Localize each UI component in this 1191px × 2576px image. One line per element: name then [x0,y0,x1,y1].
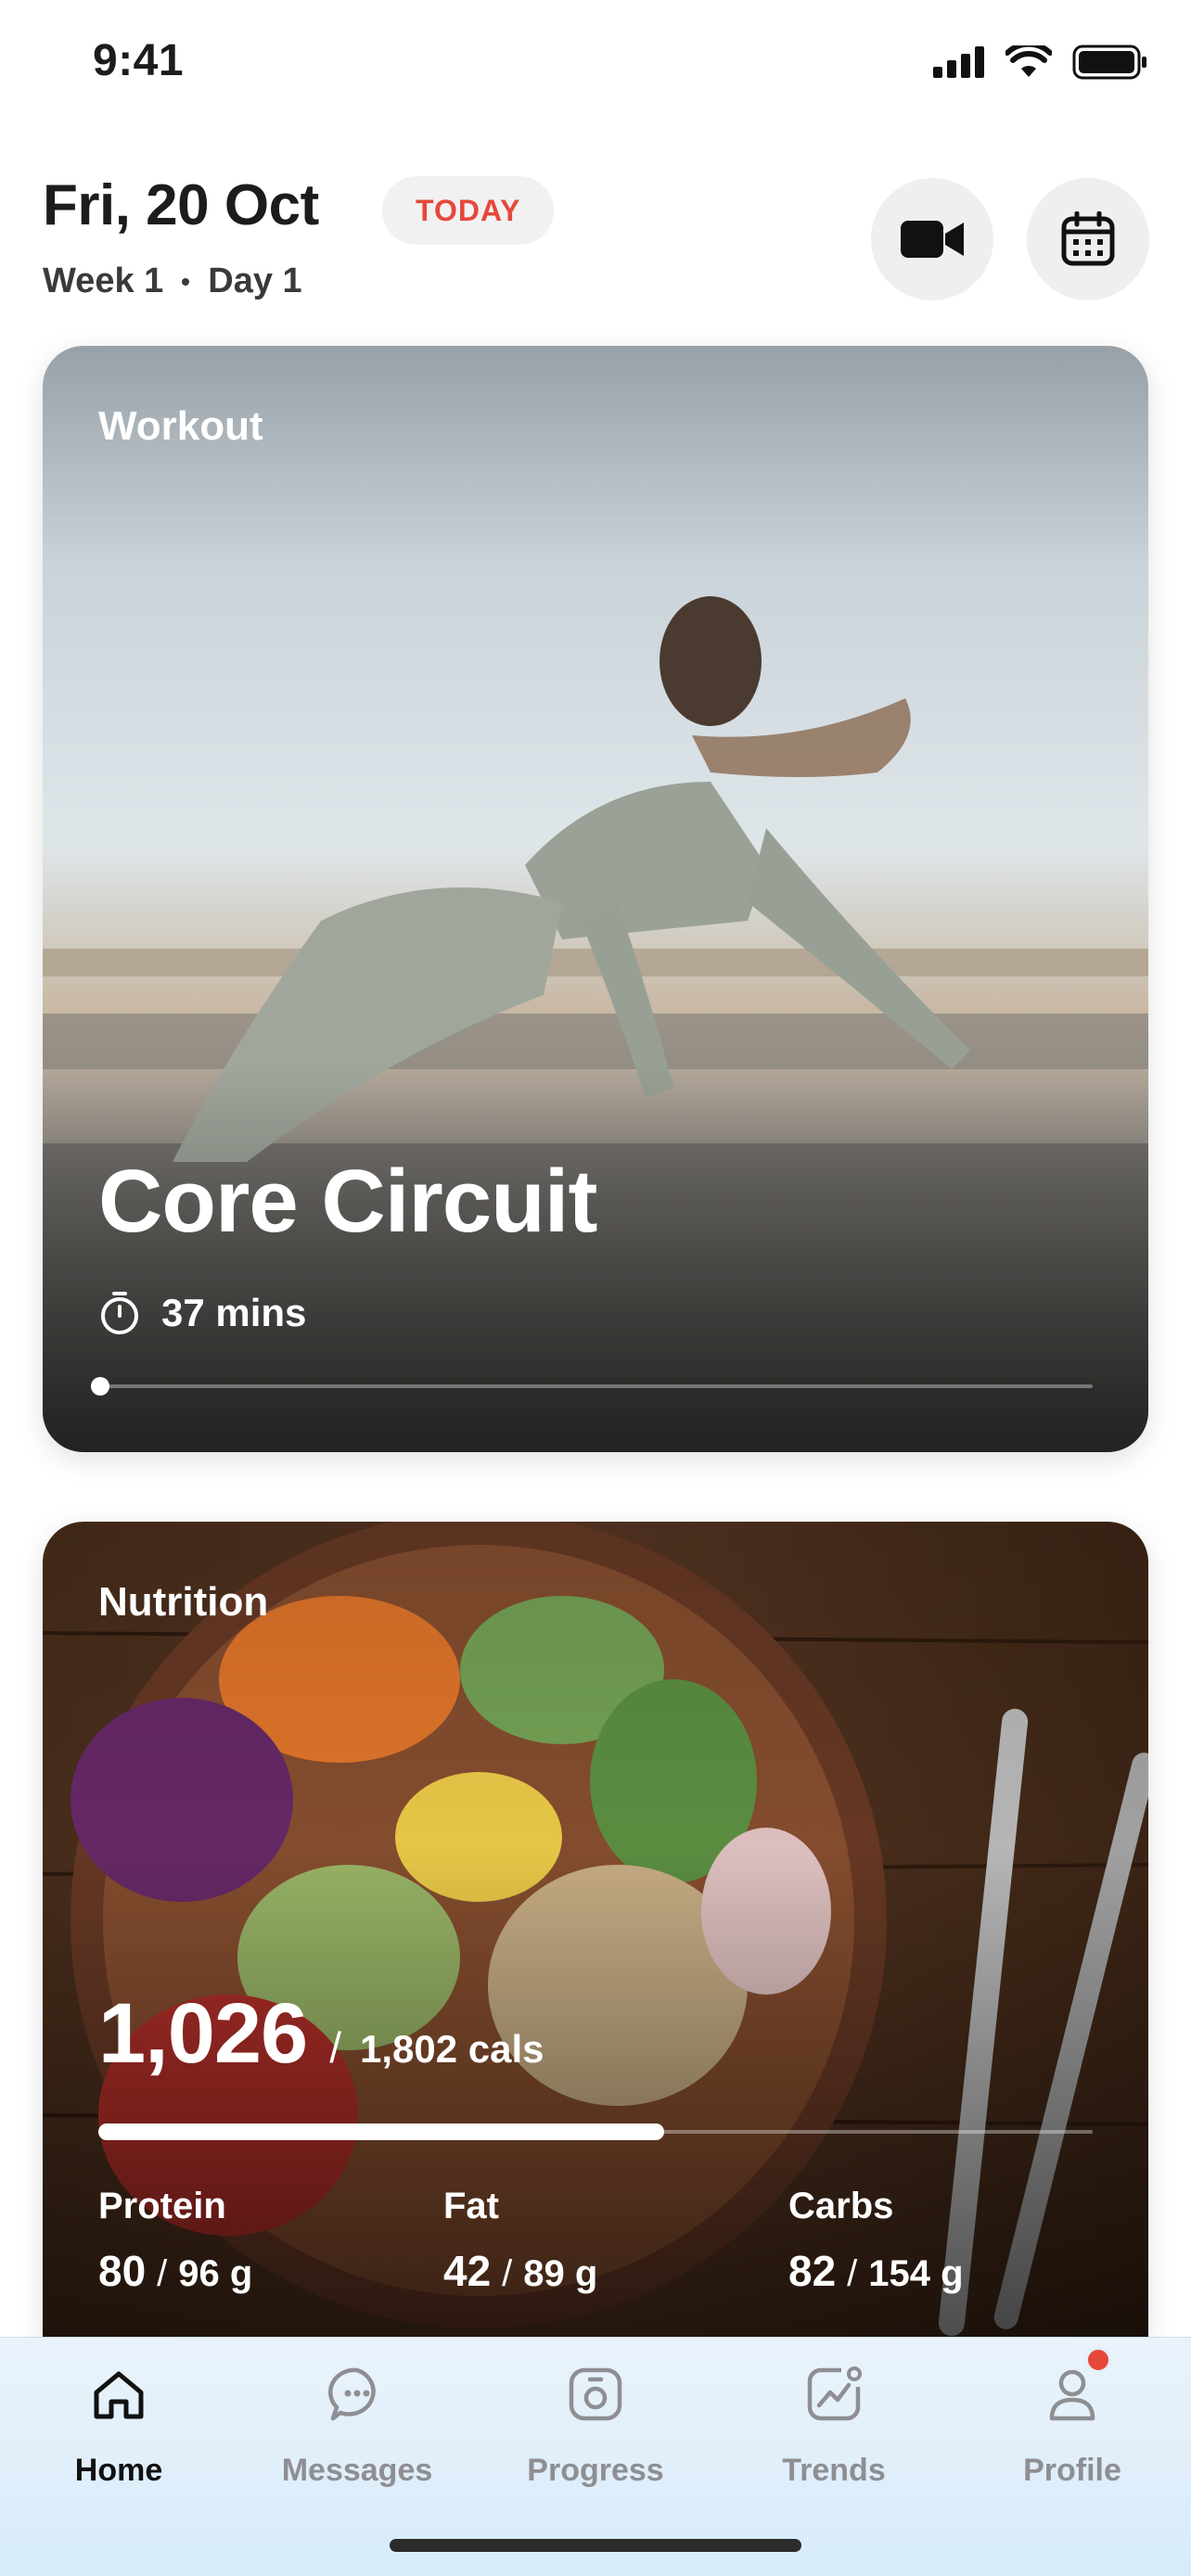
calorie-progress-fill [98,2123,664,2140]
week-label: Week 1 [43,261,164,300]
wifi-icon [1005,45,1052,77]
macro-name: Protein [98,2186,226,2226]
tab-label: Progress [527,2453,664,2488]
tab-profile[interactable]: Profile [954,2347,1191,2501]
separator-dot [182,277,190,286]
status-icons [933,45,1148,80]
macro-values: 42 / 89 g [443,2246,597,2296]
calories-target: 1,802 cals [360,2027,544,2071]
tab-label: Home [74,2453,163,2488]
duration-text: 37 mins [161,1291,307,1334]
calorie-summary: 1,026 / 1,802 cals [98,1985,544,2083]
macro-value: 42 [443,2247,492,2295]
calories-eaten: 1,026 [98,1986,308,2081]
tab-home[interactable]: Home [0,2353,237,2501]
macro-value: 82 [788,2247,837,2295]
workout-label: Workout [98,403,263,449]
battery-icon [1072,45,1146,80]
status-time: 9:41 [93,36,185,85]
macro-target: 89 g [523,2253,598,2294]
status-bar: 9:41 [0,0,1191,130]
nutrition-label: Nutrition [98,1579,269,1625]
macro-separator: / [502,2253,513,2294]
video-button[interactable] [871,178,993,300]
stopwatch-icon [101,1292,138,1334]
tab-progress[interactable]: Progress [477,2353,714,2501]
macro-values: 80 / 96 g [98,2246,252,2296]
messages-icon [328,2367,376,2421]
calories-slash: / [329,2023,342,2072]
profile-icon [1049,2369,1095,2421]
macro-values: 82 / 154 g [788,2246,964,2296]
workout-progress-knob[interactable] [91,1377,109,1396]
tab-label: Trends [782,2453,886,2488]
video-camera-icon [901,221,964,258]
workout-title: Core Circuit [98,1152,597,1251]
cellular-signal-icon [933,46,984,78]
day-header: Fri, 20 Oct TODAY Week 1 Day 1 [43,167,1149,315]
calorie-progress-track [98,2123,1093,2140]
workout-photo [43,346,1148,1452]
macro-separator: / [157,2253,168,2294]
tab-label: Profile [1023,2453,1121,2488]
macro-target: 96 g [178,2253,253,2294]
macro-fat: Fat 42 / 89 g [443,2186,597,2296]
tab-messages[interactable]: Messages [238,2353,476,2501]
progress-icon [569,2367,622,2421]
macro-value: 80 [98,2247,147,2295]
notification-dot [1085,2347,1111,2373]
macro-protein: Protein 80 / 96 g [98,2186,252,2296]
workout-card[interactable]: Workout Core Circuit 37 mins [43,346,1148,1452]
macro-name: Fat [443,2186,499,2226]
workout-duration: 37 mins [98,1290,306,1336]
macro-name: Carbs [788,2186,894,2226]
calendar-button[interactable] [1027,178,1149,300]
today-badge[interactable]: TODAY [382,176,555,245]
tab-label: Messages [281,2453,433,2488]
date-title: Fri, 20 Oct [43,173,319,237]
macro-carbs: Carbs 82 / 154 g [788,2186,964,2296]
macro-separator: / [847,2253,858,2294]
macro-target: 154 g [868,2253,964,2294]
workout-progress-track[interactable] [91,1377,1093,1396]
home-indicator [390,2539,801,2552]
calendar-icon [1061,211,1115,266]
day-label: Day 1 [208,261,302,300]
nutrition-card[interactable]: Nutrition 1,026 / 1,802 cals Protein 80 … [43,1522,1148,2338]
trends-icon [807,2366,862,2421]
home-icon [94,2371,144,2419]
week-day-label: Week 1 Day 1 [43,261,302,301]
tab-trends[interactable]: Trends [715,2353,953,2501]
